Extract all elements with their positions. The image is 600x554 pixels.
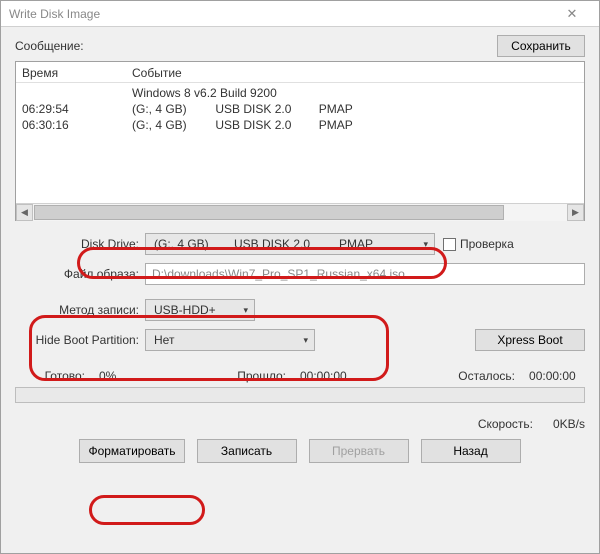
write-button[interactable]: Записать [197,439,297,463]
abort-button[interactable]: Прервать [309,439,409,463]
speed-label: Скорость: [478,417,533,431]
elapsed-value: 00:00:00 [286,369,356,383]
chevron-right-icon[interactable]: ▶ [567,204,584,221]
write-method-select[interactable]: USB-HDD+ ▾ [145,299,255,321]
hide-boot-select[interactable]: Нет ▾ [145,329,315,351]
ready-value: 0% [85,369,135,383]
disk-drive-label: Disk Drive: [15,237,145,251]
remain-value: 00:00:00 [515,369,585,383]
image-path-input[interactable]: D:\downloads\Win7_Pro_SP1_Russian_x64.is… [145,263,585,285]
scrollbar-track[interactable] [33,204,567,221]
remain-label: Осталось: [458,369,515,383]
log-row: Windows 8 v6.2 Build 9200 [16,85,584,101]
chevron-left-icon[interactable]: ◀ [16,204,33,221]
chevron-down-icon: ▾ [243,305,248,316]
image-file-label: Файл образа: [15,267,145,281]
message-label: Сообщение: [15,39,84,53]
save-button[interactable]: Сохранить [497,35,585,57]
back-button[interactable]: Назад [421,439,521,463]
write-method-label: Метод записи: [15,303,145,317]
verify-checkbox[interactable]: Проверка [443,237,514,251]
elapsed-label: Прошло: [237,369,286,383]
window-title: Write Disk Image [9,7,553,21]
disk-drive-select[interactable]: (G:, 4 GB) USB DISK 2.0 PMAP ▾ [145,233,435,255]
log-header-time: Время [22,66,132,80]
log-row: 06:29:54 (G:, 4 GB) USB DISK 2.0 PMAP [16,101,584,117]
speed-value: 0KB/s [553,417,585,431]
scrollbar-thumb[interactable] [34,205,504,220]
ready-label: Готово: [15,369,85,383]
h-scrollbar[interactable]: ◀ ▶ [16,203,584,220]
chevron-down-icon: ▾ [303,335,308,346]
hide-boot-label: Hide Boot Partition: [15,333,145,347]
log-header-event: Событие [132,66,578,80]
log-row: 06:30:16 (G:, 4 GB) USB DISK 2.0 PMAP [16,117,584,133]
titlebar: Write Disk Image ✕ [1,1,599,27]
progress-bar [15,387,585,403]
chevron-down-icon: ▾ [423,239,428,250]
close-icon[interactable]: ✕ [553,2,591,26]
log-box: Время Событие Windows 8 v6.2 Build 9200 … [15,61,585,221]
xpress-boot-button[interactable]: Xpress Boot [475,329,585,351]
format-button[interactable]: Форматировать [79,439,184,463]
